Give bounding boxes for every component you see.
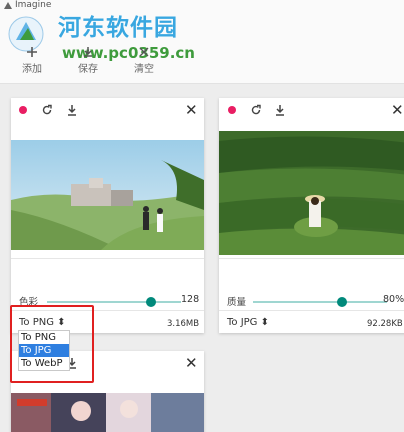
close-icon[interactable]: ✕ (391, 100, 404, 120)
file-size: 3.16MB (167, 319, 200, 329)
download-icon[interactable] (274, 103, 286, 117)
app-header: Imagine 河东软件园 www.pc0359.cn 添加 保存 清空 (0, 0, 404, 84)
quality-slider-thumb[interactable] (337, 297, 347, 307)
card-header: ✕ (219, 98, 404, 122)
color-slider-track[interactable] (47, 301, 181, 303)
window-title-text: Imagine (15, 0, 52, 10)
slider-value: 80% (383, 294, 404, 305)
status-dot (228, 106, 236, 114)
watermark-text: 河东软件园 (58, 15, 178, 41)
color-slider-thumb[interactable] (146, 297, 156, 307)
highlight-box (10, 305, 94, 383)
card-header: ✕ (11, 98, 204, 122)
save-icon (82, 44, 94, 60)
divider (11, 258, 204, 259)
clear-icon (138, 44, 150, 60)
refresh-icon[interactable] (250, 103, 262, 117)
clear-button[interactable]: 清空 (126, 44, 162, 75)
image-card-1: ✕ 色彩 128 To PNG ⬍ 3.16MB (11, 98, 204, 333)
divider (219, 258, 404, 259)
close-icon[interactable]: ✕ (185, 353, 198, 373)
close-icon[interactable]: ✕ (185, 100, 198, 120)
slider-value: 128 (181, 294, 200, 305)
clear-button-label: 清空 (134, 64, 154, 75)
image-card-2: ✕ 质量 80% To JPG ⬍ 92.28KB (219, 98, 404, 333)
quality-slider-track[interactable] (253, 301, 387, 303)
file-size: 92.28KB (367, 319, 403, 329)
window-title: Imagine (4, 0, 51, 10)
app-logo-icon (4, 1, 12, 9)
status-dot (19, 106, 27, 114)
image-preview (11, 140, 204, 250)
image-preview (11, 393, 204, 432)
add-button-label: 添加 (22, 64, 42, 75)
slider-label: 质量 (227, 297, 247, 308)
save-button[interactable]: 保存 (70, 44, 106, 75)
download-icon[interactable] (66, 103, 78, 117)
divider (219, 310, 404, 311)
add-icon (26, 44, 38, 60)
save-button-label: 保存 (78, 64, 98, 75)
add-button[interactable]: 添加 (14, 44, 50, 75)
format-select[interactable]: To JPG ⬍ (227, 317, 269, 328)
image-preview (219, 131, 404, 255)
refresh-icon[interactable] (41, 103, 53, 117)
